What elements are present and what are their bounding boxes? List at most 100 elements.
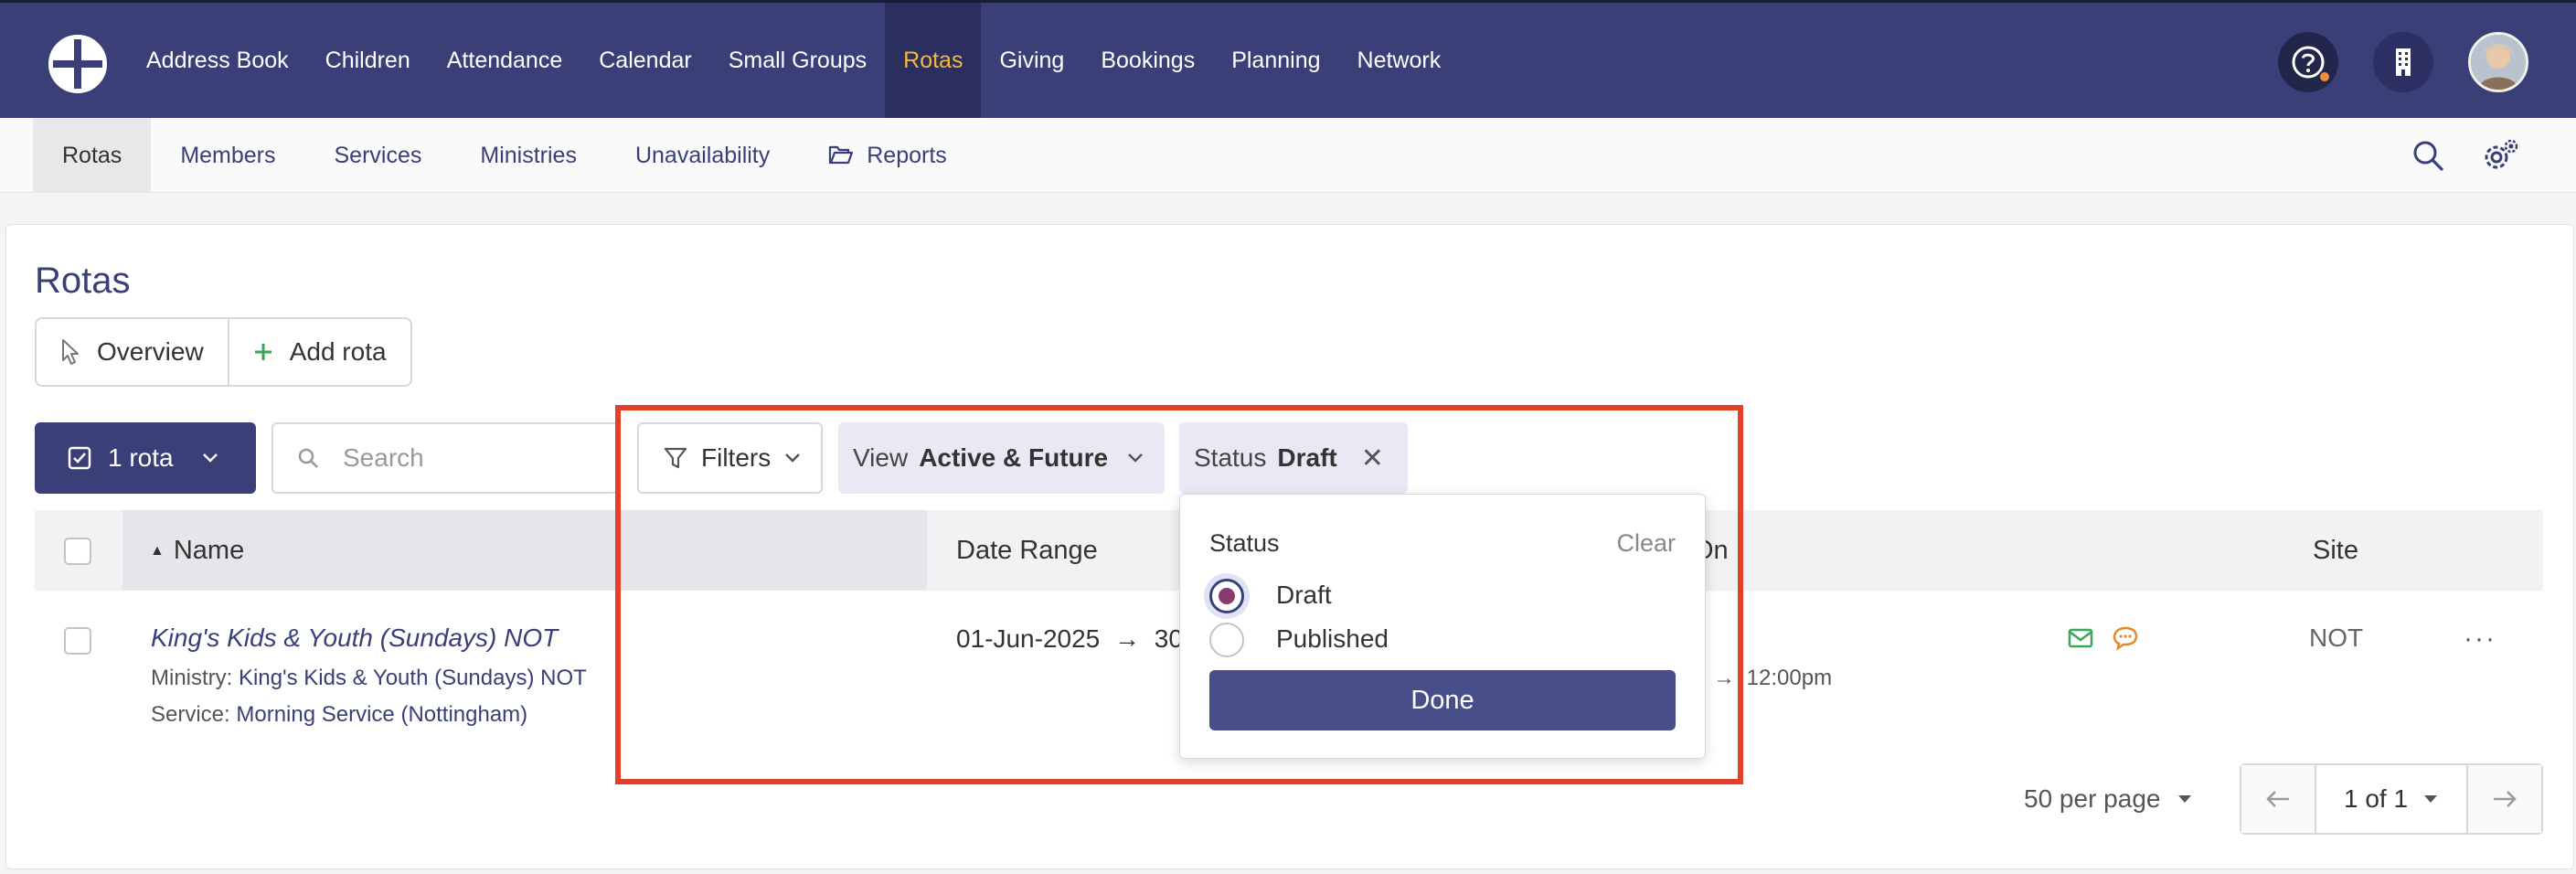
plus-icon xyxy=(254,344,271,360)
nav-calendar[interactable]: Calendar xyxy=(580,3,709,118)
page-title: Rotas xyxy=(35,261,131,301)
top-navigation-bar: Address Book Children Attendance Calenda… xyxy=(0,0,2576,118)
date-range-value: 01-Jun-2025 → 30 xyxy=(956,624,1183,654)
logo-icon[interactable] xyxy=(48,34,108,94)
caret-down-icon xyxy=(2424,795,2438,803)
time-end: 12:00pm xyxy=(1746,666,1833,690)
help-button[interactable] xyxy=(2278,32,2338,92)
date-arrow: → xyxy=(1114,624,1141,653)
nav-small-groups[interactable]: Small Groups xyxy=(710,3,885,118)
sub-navigation-bar: Rotas Members Services Ministries Unavai… xyxy=(0,118,2576,193)
per-page-select[interactable]: 50 per page xyxy=(2024,784,2193,814)
arrow-right-icon xyxy=(2494,791,2517,807)
nav-address-book[interactable]: Address Book xyxy=(128,3,307,118)
status-filter-value: Draft xyxy=(1277,443,1337,472)
subnav-members[interactable]: Members xyxy=(151,118,304,193)
filters-button[interactable]: Filters xyxy=(637,422,823,494)
radio-published[interactable] xyxy=(1209,623,1244,657)
nav-planning[interactable]: Planning xyxy=(1213,3,1338,118)
popover-heading: Status xyxy=(1209,529,1280,557)
per-page-label: 50 per page xyxy=(2024,784,2161,813)
site-column-header[interactable]: Site xyxy=(2313,536,2358,566)
gears-icon xyxy=(2485,139,2518,169)
radio-published-label[interactable]: Published xyxy=(1276,624,1389,654)
search-icon xyxy=(2413,141,2443,171)
folder-open-icon xyxy=(829,145,854,165)
search-input[interactable]: Search xyxy=(271,422,619,494)
ministry-line: Ministry: King's Kids & Youth (Sundays) … xyxy=(151,666,587,691)
subnav-rotas[interactable]: Rotas xyxy=(33,118,152,193)
ministry-link[interactable]: King's Kids & Youth (Sundays) NOT xyxy=(239,666,587,690)
status-filter-key: Status xyxy=(1194,443,1267,472)
rota-name-link[interactable]: King's Kids & Youth (Sundays) NOT xyxy=(151,624,558,653)
name-column-header[interactable]: ▲ Name xyxy=(150,536,244,566)
status-filter-popover: Status Clear Draft Published Done xyxy=(1179,494,1706,759)
notification-dot xyxy=(2318,70,2331,83)
name-header-label: Name xyxy=(173,536,245,565)
site-value: NOT xyxy=(2309,624,2364,652)
row-checkbox[interactable] xyxy=(64,627,91,655)
nav-bookings[interactable]: Bookings xyxy=(1082,3,1213,118)
user-avatar[interactable] xyxy=(2468,32,2528,92)
subnav-ministries[interactable]: Ministries xyxy=(451,118,606,193)
subnav-reports[interactable]: Reports xyxy=(799,118,976,193)
settings-button[interactable] xyxy=(2481,135,2521,176)
view-filter-key: View xyxy=(853,443,909,472)
add-rota-button[interactable]: Add rota xyxy=(227,319,410,385)
more-options-icon[interactable]: ··· xyxy=(2464,624,2496,655)
done-button[interactable]: Done xyxy=(1209,670,1676,730)
pointer-icon xyxy=(62,339,79,365)
clear-button[interactable]: Clear xyxy=(1616,529,1676,558)
time-range-value: → 12:00pm xyxy=(1713,666,1832,691)
service-line: Service: Morning Service (Nottingham) xyxy=(151,702,527,728)
view-button-group: Overview Add rota xyxy=(35,317,412,387)
organisation-button[interactable] xyxy=(2373,32,2433,92)
sort-ascending-icon: ▲ xyxy=(150,543,165,560)
nav-network[interactable]: Network xyxy=(1339,3,1460,118)
chevron-down-icon xyxy=(1128,453,1144,463)
page-select[interactable]: 1 of 1 xyxy=(2315,765,2468,833)
arrow-left-icon xyxy=(2266,791,2289,807)
subnav-services[interactable]: Services xyxy=(305,118,452,193)
email-icon[interactable] xyxy=(2068,627,2093,649)
ministry-key: Ministry: xyxy=(151,666,233,690)
status-filter-chip[interactable]: Status Draft ✕ xyxy=(1179,422,1408,494)
date-range-column-header[interactable]: Date Range xyxy=(956,536,1098,566)
service-link[interactable]: Morning Service (Nottingham) xyxy=(236,702,527,727)
search-placeholder: Search xyxy=(343,443,424,472)
filters-label: Filters xyxy=(701,443,772,472)
radio-draft[interactable] xyxy=(1209,579,1244,613)
page-label: 1 of 1 xyxy=(2343,784,2409,813)
subnav-reports-label: Reports xyxy=(867,142,947,168)
add-rota-label: Add rota xyxy=(289,337,387,366)
chevron-down-icon xyxy=(785,453,801,463)
overview-label: Overview xyxy=(97,337,204,366)
service-key: Service: xyxy=(151,702,230,727)
view-filter-value: Active & Future xyxy=(919,443,1109,472)
nav-rotas[interactable]: Rotas xyxy=(885,3,982,118)
search-icon xyxy=(298,448,318,468)
subnav-unavailability[interactable]: Unavailability xyxy=(606,118,799,193)
pagination-control: 1 of 1 xyxy=(2240,763,2543,835)
time-arrow: → xyxy=(1713,666,1735,690)
overview-button[interactable]: Overview xyxy=(37,319,228,385)
checkbox-checked-icon xyxy=(68,446,91,470)
nav-giving[interactable]: Giving xyxy=(981,3,1082,118)
view-filter-chip[interactable]: View Active & Future xyxy=(838,422,1165,494)
selection-label: 1 rota xyxy=(108,443,174,472)
next-page-button[interactable] xyxy=(2468,765,2541,833)
search-button[interactable] xyxy=(2408,135,2448,176)
caret-down-icon xyxy=(2178,795,2192,803)
chat-icon[interactable] xyxy=(2112,625,2139,651)
radio-draft-label[interactable]: Draft xyxy=(1276,581,1332,610)
selection-dropdown-button[interactable]: 1 rota xyxy=(35,422,256,494)
chevron-down-icon xyxy=(202,453,218,463)
close-icon[interactable]: ✕ xyxy=(1361,442,1384,474)
filter-icon xyxy=(664,447,687,469)
select-all-checkbox[interactable] xyxy=(64,538,91,565)
building-icon xyxy=(2396,48,2411,76)
date-start: 01-Jun-2025 xyxy=(956,624,1101,653)
nav-children[interactable]: Children xyxy=(307,3,429,118)
previous-page-button[interactable] xyxy=(2241,765,2315,833)
nav-attendance[interactable]: Attendance xyxy=(429,3,581,118)
